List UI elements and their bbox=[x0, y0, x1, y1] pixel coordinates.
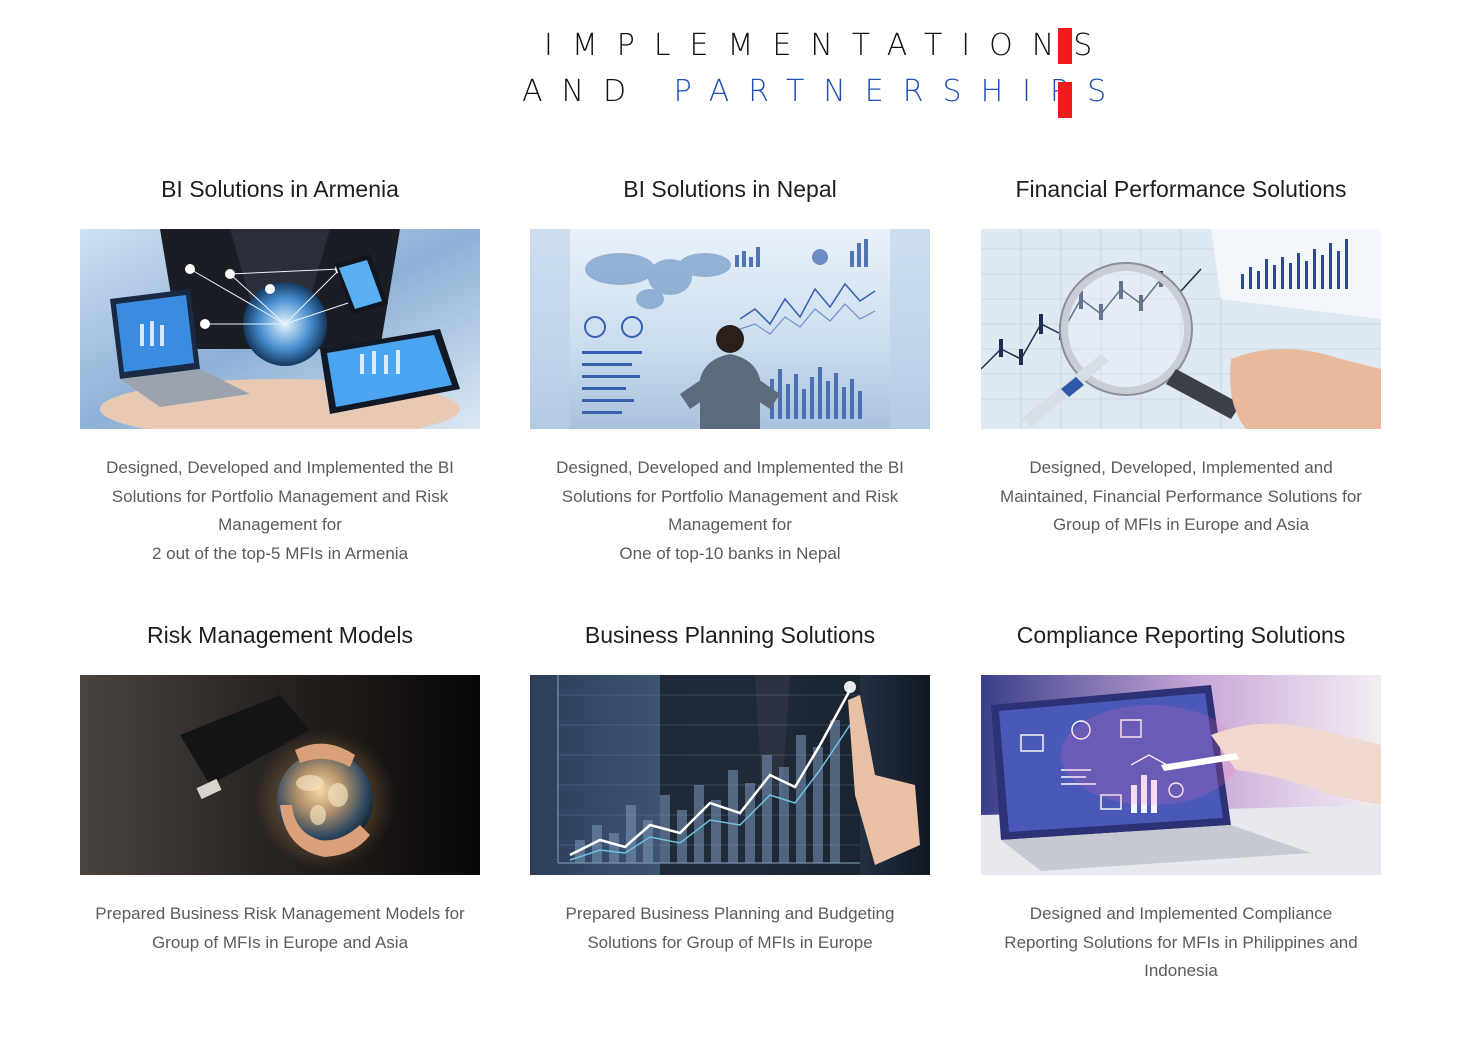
description-line: Maintained, Financial Performance Soluti… bbox=[1000, 486, 1362, 506]
card-bi-nepal: BI Solutions in Nepal Designed, Develope… bbox=[530, 172, 930, 563]
description-line: Management for bbox=[218, 515, 342, 534]
card-title: Business Planning Solutions bbox=[584, 622, 876, 648]
magnifier-stock-chart-image bbox=[981, 229, 1381, 429]
title-line-2: AND PARTNERSHIPS bbox=[522, 74, 1125, 110]
card-description: Designed, Developed and Implemented the … bbox=[80, 454, 480, 568]
description-line: Reporting Solutions for MFIs in Philippi… bbox=[1004, 932, 1358, 952]
card-compliance-reporting: Compliance Reporting Solutions Designed … bbox=[981, 618, 1381, 980]
card-title: Financial Performance Solutions bbox=[1015, 176, 1347, 202]
card-bi-armenia: BI Solutions in Armenia Designed, Develo… bbox=[80, 172, 480, 563]
description-line: Solutions for Group of MFIs in Europe bbox=[587, 932, 873, 952]
card-business-planning: Business Planning Solutions Prepared Bus… bbox=[530, 618, 930, 952]
card-risk-management: Risk Management Models Prepared Business… bbox=[80, 618, 480, 952]
red-accent-bar-top bbox=[1058, 28, 1072, 64]
description-line: Group of MFIs in Europe and Asia bbox=[1052, 515, 1310, 534]
description-line: One of top-10 banks in Nepal bbox=[619, 543, 841, 563]
card-description: Designed, Developed, Implemented and Mai… bbox=[981, 454, 1381, 540]
card-description: Prepared Business Planning and Budgeting… bbox=[530, 900, 930, 957]
red-accent-bar-bottom bbox=[1058, 82, 1072, 118]
description-line: Designed, Developed, Implemented and bbox=[1029, 458, 1333, 477]
card-financial-performance: Financial Performance Solutions Designed… bbox=[981, 172, 1381, 534]
card-description: Designed and Implemented Compliance Repo… bbox=[981, 900, 1381, 986]
card-title: BI Solutions in Nepal bbox=[623, 176, 837, 202]
description-line: Solutions for Portfolio Management and R… bbox=[561, 486, 899, 506]
description-line: Designed, Developed and Implemented the … bbox=[556, 458, 904, 477]
hands-glowing-globe-image bbox=[80, 675, 480, 875]
description-line: Group of MFIs in Europe and Asia bbox=[151, 932, 409, 952]
rising-growth-chart-image bbox=[530, 675, 930, 875]
laptop-reporting-icons-image bbox=[981, 675, 1381, 875]
description-line: Prepared Business Planning and Budgeting bbox=[565, 904, 895, 923]
title-line-2-prefix: AND bbox=[522, 74, 674, 109]
description-line: Solutions for Portfolio Management and R… bbox=[111, 486, 449, 506]
title-line-1: IMPLEMENTATIONS bbox=[544, 28, 1112, 63]
card-title: Risk Management Models bbox=[147, 622, 413, 648]
description-line: Indonesia bbox=[1144, 961, 1218, 980]
laptop-tablet-network-image bbox=[80, 229, 480, 429]
businessman-dashboard-image bbox=[530, 229, 930, 429]
card-description: Prepared Business Risk Management Models… bbox=[80, 900, 480, 957]
description-line: Designed, Developed and Implemented the … bbox=[106, 458, 454, 477]
card-title: BI Solutions in Armenia bbox=[161, 176, 399, 202]
card-description: Designed, Developed and Implemented the … bbox=[530, 454, 930, 568]
description-line: 2 out of the top-5 MFIs in Armenia bbox=[151, 543, 409, 563]
description-line: Management for bbox=[668, 515, 792, 534]
description-line: Prepared Business Risk Management Models… bbox=[95, 904, 465, 923]
section-header: IMPLEMENTATIONS AND PARTNERSHIPS bbox=[0, 26, 1473, 122]
card-title: Compliance Reporting Solutions bbox=[1016, 622, 1346, 648]
description-line: Designed and Implemented Compliance bbox=[1029, 904, 1333, 923]
